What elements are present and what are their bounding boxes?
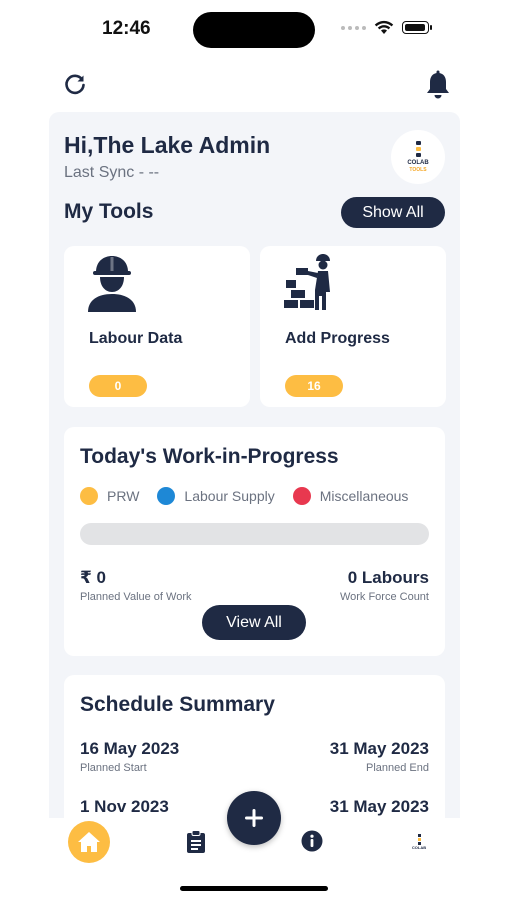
tab-profile[interactable]: COLAB	[408, 828, 430, 856]
tool-label: Add Progress	[285, 330, 390, 347]
labour-count: 0 Labours	[347, 568, 429, 587]
refresh-icon[interactable]	[62, 72, 88, 98]
planned-value: ₹ 0	[80, 568, 107, 587]
last-sync-text: Last Sync - --	[64, 164, 160, 181]
status-icons	[341, 20, 432, 35]
work-in-progress-card: Today's Work-in-Progress PRW Labour Supp…	[64, 427, 445, 656]
tool-card-add-progress[interactable]: Add Progress 16	[260, 246, 446, 407]
top-bar	[0, 66, 507, 106]
status-time: 12:46	[102, 18, 151, 39]
planned-start-label: Planned Start	[80, 762, 147, 774]
wip-legend: PRW Labour Supply Miscellaneous	[80, 487, 426, 505]
tab-tasks[interactable]	[185, 829, 207, 855]
dashboard-content: Hi,The Lake Admin Last Sync - -- COLAB T…	[49, 112, 460, 818]
info-icon	[301, 830, 323, 852]
clipboard-icon	[187, 830, 205, 853]
wip-progress-bar	[80, 523, 429, 545]
legend-dot	[292, 487, 311, 505]
tool-card-labour-data[interactable]: Labour Data 0	[64, 246, 250, 407]
schedule-title: Schedule Summary	[80, 693, 275, 716]
profile-logo-text: COLAB	[411, 845, 427, 850]
add-fab-button[interactable]	[227, 791, 281, 845]
planned-value-label: Planned Value of Work	[80, 591, 192, 603]
dynamic-island	[193, 12, 315, 48]
wifi-icon	[374, 20, 394, 34]
profile-logo-icon	[417, 834, 421, 845]
greeting-title: Hi,The Lake Admin	[64, 132, 271, 158]
home-icon	[78, 832, 100, 852]
tool-label: Labour Data	[89, 330, 183, 347]
actual-start-date: 1 Nov 2023	[80, 797, 169, 816]
planned-end-label: Planned End	[366, 762, 429, 774]
battery-icon	[402, 21, 432, 34]
plus-icon	[245, 809, 263, 827]
tab-home[interactable]	[68, 821, 110, 863]
labour-count-label: Work Force Count	[339, 591, 429, 603]
planned-start-date: 16 May 2023	[80, 739, 180, 758]
logo-text: COLAB	[407, 160, 429, 166]
legend-dot	[80, 487, 98, 505]
bell-icon[interactable]	[424, 70, 452, 100]
actual-end-date: 31 May 2023	[329, 797, 429, 816]
status-bar: 12:46	[0, 0, 507, 60]
bricklayer-icon	[284, 254, 330, 310]
logo-mark-icon	[415, 141, 421, 157]
logo-subtext: TOOLS	[409, 167, 427, 173]
tool-count-badge: 16	[285, 375, 343, 397]
legend-label: Labour Supply	[184, 488, 275, 504]
legend-item-miscellaneous: Miscellaneous	[292, 487, 409, 505]
legend-label: Miscellaneous	[319, 488, 409, 504]
signal-icon	[341, 25, 366, 30]
home-indicator	[180, 886, 328, 891]
show-all-button[interactable]: Show All	[341, 197, 445, 228]
legend-item-prw: PRW	[80, 487, 139, 505]
tool-count-badge: 0	[89, 375, 147, 397]
legend-dot	[157, 487, 176, 505]
org-logo[interactable]: COLAB TOOLS	[391, 130, 445, 184]
legend-label: PRW	[107, 488, 140, 504]
my-tools-title: My Tools	[64, 200, 154, 223]
wip-title: Today's Work-in-Progress	[80, 445, 339, 468]
worker-icon	[88, 256, 136, 312]
tab-info[interactable]	[301, 830, 323, 852]
planned-end-date: 31 May 2023	[329, 739, 429, 758]
legend-item-labour-supply: Labour Supply	[157, 487, 275, 505]
view-all-button[interactable]: View All	[202, 605, 306, 640]
